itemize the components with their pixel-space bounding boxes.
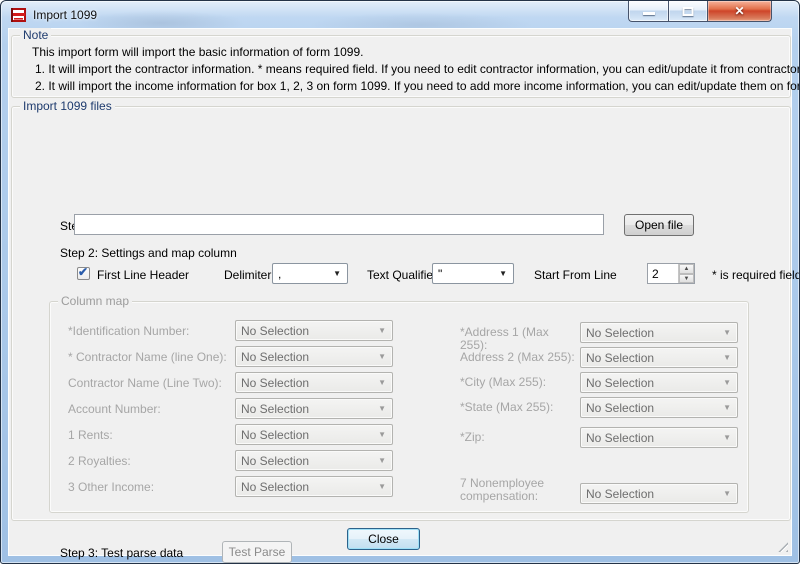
open-file-button[interactable]: Open file (624, 214, 694, 236)
resize-grip[interactable] (777, 541, 788, 552)
zip-select: No Selection ▼ (580, 427, 738, 448)
column-map-row: * Contractor Name (line One): No Selecti… (50, 346, 748, 367)
test-parse-button: Test Parse (222, 541, 292, 563)
field-label: Address 2 (Max 255): (460, 351, 578, 364)
note-group: Note This import form will import the ba… (11, 35, 791, 98)
note-group-title: Note (20, 28, 51, 42)
column-map-group-title: Column map (58, 294, 132, 308)
window-controls: ✕ (628, 1, 772, 22)
royalties-select: No Selection ▼ (235, 450, 393, 471)
text-qualifier-select[interactable]: " ▼ (432, 263, 514, 284)
identification-number-select: No Selection ▼ (235, 320, 393, 341)
import-files-group-title: Import 1099 files (20, 99, 115, 113)
close-icon: ✕ (708, 4, 771, 18)
field-label: 2 Royalties: (68, 454, 131, 468)
column-map-group: Column map *Identification Number: No Se… (49, 301, 749, 513)
minimize-button[interactable] (628, 1, 668, 22)
chevron-down-icon: ▼ (378, 327, 386, 335)
field-label: *State (Max 255): (460, 401, 578, 414)
column-map-row: 3 Other Income: No Selection ▼ (50, 476, 748, 497)
dialog-body: Note This import form will import the ba… (8, 28, 792, 556)
window-title: Import 1099 (33, 8, 97, 22)
start-from-line-value: 2 (652, 267, 659, 281)
text-qualifier-label: Text Qualifier (367, 268, 437, 282)
note-line-1: This import form will import the basic i… (32, 45, 363, 59)
note-line-2: 1. It will import the contractor informa… (35, 62, 800, 76)
chevron-down-icon: ▼ (499, 270, 507, 278)
chevron-down-icon: ▼ (378, 483, 386, 491)
note-line-3: 2. It will import the income information… (35, 79, 800, 93)
chevron-down-icon: ▼ (723, 404, 731, 412)
chevron-down-icon: ▼ (723, 354, 731, 362)
chevron-down-icon: ▼ (378, 405, 386, 413)
field-label: * Contractor Name (line One): (68, 350, 227, 364)
chevron-down-icon: ▼ (378, 353, 386, 361)
titlebar[interactable]: Import 1099 ✕ (1, 1, 799, 28)
check-icon: ✔ (78, 265, 88, 279)
column-map-row: Account Number: No Selection ▼ *State (M… (50, 398, 748, 419)
first-line-header-checkbox[interactable]: ✔ (77, 267, 90, 280)
app-icon (11, 7, 27, 23)
chevron-down-icon: ▼ (378, 379, 386, 387)
start-from-line-label: Start From Line (534, 268, 617, 282)
city-select: No Selection ▼ (580, 372, 738, 393)
chevron-down-icon: ▼ (378, 431, 386, 439)
step3-label: Step 3: Test parse data (60, 546, 183, 560)
minimize-icon (643, 12, 655, 15)
contractor-name-2-select: No Selection ▼ (235, 372, 393, 393)
delimiter-select[interactable]: , ▼ (272, 263, 348, 284)
spin-up-icon[interactable]: ▲ (679, 264, 694, 274)
file-path-input[interactable] (74, 214, 604, 235)
field-label: 1 Rents: (68, 428, 113, 442)
field-label: Account Number: (68, 402, 161, 416)
chevron-down-icon: ▼ (723, 329, 731, 337)
field-label: *Zip: (460, 431, 578, 444)
import-files-group: Import 1099 files Step 1: Open file Step… (11, 106, 791, 521)
field-label: *City (Max 255): (460, 376, 578, 389)
maximize-icon (683, 7, 694, 16)
other-income-select: No Selection ▼ (235, 476, 393, 497)
chevron-down-icon: ▼ (333, 270, 341, 278)
column-map-row: 2 Royalties: No Selection ▼ 7 Nonemploye… (50, 450, 748, 471)
field-label: *Identification Number: (68, 324, 189, 338)
state-select: No Selection ▼ (580, 397, 738, 418)
rents-select: No Selection ▼ (235, 424, 393, 445)
address1-select: No Selection ▼ (580, 322, 738, 343)
column-map-row: Contractor Name (Line Two): No Selection… (50, 372, 748, 393)
contractor-name-1-select: No Selection ▼ (235, 346, 393, 367)
chevron-down-icon: ▼ (723, 379, 731, 387)
maximize-button[interactable] (668, 1, 708, 22)
account-number-select: No Selection ▼ (235, 398, 393, 419)
required-field-note: * is required field. (712, 268, 800, 282)
chevron-down-icon: ▼ (378, 457, 386, 465)
column-map-row: *Identification Number: No Selection ▼ *… (50, 320, 748, 341)
start-from-line-stepper[interactable]: 2 ▲ ▼ (647, 263, 695, 284)
chevron-down-icon: ▼ (723, 434, 731, 442)
delimiter-label: Delimiter (224, 268, 271, 282)
import-1099-window: Import 1099 ✕ Note This import form will… (0, 0, 800, 564)
first-line-header-label: First Line Header (97, 268, 189, 282)
close-window-button[interactable]: ✕ (708, 1, 772, 22)
address2-select: No Selection ▼ (580, 347, 738, 368)
column-map-row: 1 Rents: No Selection ▼ *Zip: No Selecti… (50, 424, 748, 445)
field-label: Contractor Name (Line Two): (68, 376, 222, 390)
field-label: 3 Other Income: (68, 480, 154, 494)
step2-label: Step 2: Settings and map column (60, 246, 237, 260)
close-button[interactable]: Close (347, 528, 420, 550)
spin-down-icon[interactable]: ▼ (679, 274, 694, 284)
